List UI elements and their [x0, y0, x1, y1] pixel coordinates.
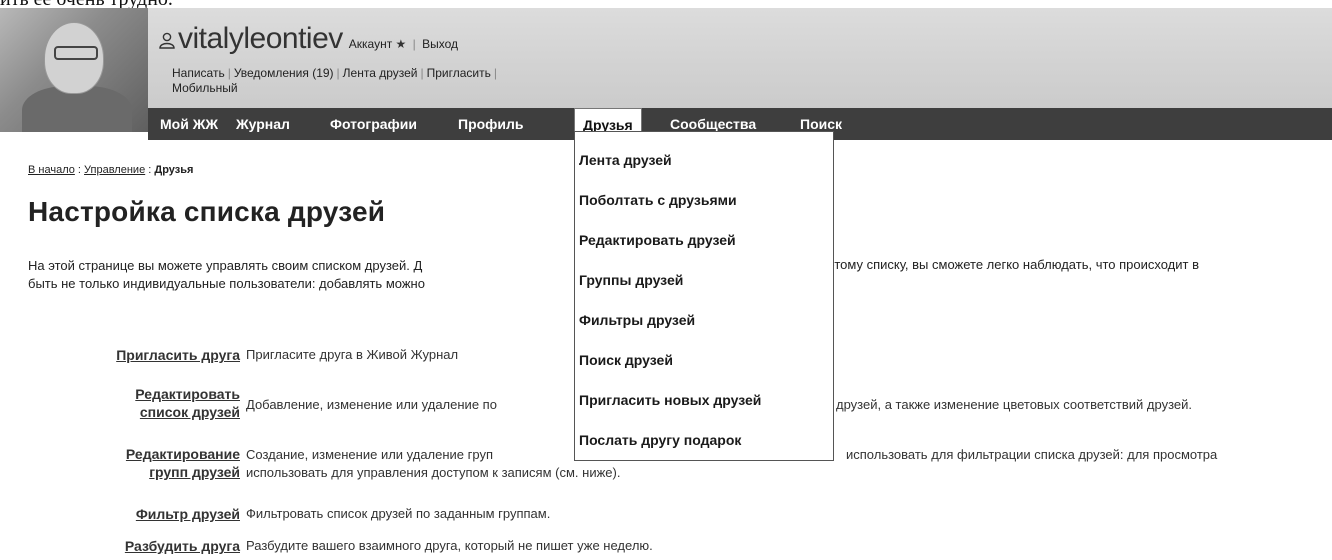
- nav-photos[interactable]: Фотографии: [330, 108, 417, 140]
- intro-line-1: На этой странице вы можете управлять сво…: [28, 258, 423, 273]
- invite-friend-desc: Пригласите друга в Живой Журнал: [246, 347, 459, 362]
- invite-link[interactable]: Пригласить: [427, 66, 491, 80]
- edit-groups-desc-line-1-end: использовать для фильтрации списка друзе…: [846, 447, 1218, 462]
- edit-friends-desc: Добавление, изменение или удаление по: [246, 397, 497, 412]
- filter-friends-link[interactable]: Фильтр друзей: [136, 505, 240, 523]
- intro-line-2: быть не только индивидуальные пользовате…: [28, 276, 425, 291]
- edit-groups-desc-line-1: Создание, изменение или удаление груп: [246, 447, 494, 462]
- breadcrumb-current: Друзья: [154, 164, 194, 176]
- nav-my-lj[interactable]: Мой ЖЖ: [160, 108, 218, 140]
- edit-groups-link-line-2: групп друзей: [149, 464, 240, 480]
- friends-dropdown-menu: Лента друзей Поболтать с друзьями Редакт…: [574, 131, 834, 461]
- dropdown-send-gift[interactable]: Послать другу подарок: [579, 432, 741, 448]
- page-top-cut-text: ить ее очень трудно.: [0, 0, 173, 8]
- dropdown-search-friends[interactable]: Поиск друзей: [579, 352, 673, 368]
- intro-line-1-end: этому списку, вы сможете легко наблюдать…: [828, 257, 1200, 272]
- breadcrumb-manage[interactable]: Управление: [84, 164, 145, 176]
- breadcrumb: В начало : Управление : Друзья: [28, 164, 194, 176]
- avatar[interactable]: [0, 8, 148, 132]
- account-links: Аккаунт ★ | Выход: [349, 37, 458, 51]
- edit-friends-desc-end: друзей, а также изменение цветовых соотв…: [836, 397, 1193, 412]
- nav-profile[interactable]: Профиль: [458, 108, 524, 140]
- account-link[interactable]: Аккаунт: [349, 37, 392, 51]
- wake-friend-link[interactable]: Разбудить друга: [125, 537, 240, 555]
- edit-groups-link[interactable]: Редактирование групп друзей: [126, 445, 240, 481]
- nav-journal[interactable]: Журнал: [236, 108, 290, 140]
- write-link[interactable]: Написать: [172, 66, 225, 80]
- intro-text: На этой странице вы можете управлять сво…: [28, 257, 425, 293]
- user-row: vitalyleontiev Аккаунт ★ | Выход: [158, 22, 458, 58]
- edit-friends-link-line-1: Редактировать: [135, 386, 240, 402]
- edit-groups-desc-line-2: использовать для управления доступом к з…: [246, 465, 621, 480]
- username-link[interactable]: vitalyleontiev: [178, 22, 343, 56]
- friends-feed-link[interactable]: Лента друзей: [343, 66, 418, 80]
- page-top-cut: ить ее очень трудно.: [0, 0, 1332, 8]
- edit-groups-link-line-1: Редактирование: [125, 446, 240, 462]
- star-icon: ★: [395, 37, 407, 51]
- breadcrumb-home[interactable]: В начало: [28, 164, 75, 176]
- invite-friend-link[interactable]: Пригласить друга: [116, 346, 240, 364]
- user-icon: [159, 32, 175, 49]
- edit-friends-link[interactable]: Редактировать список друзей: [135, 385, 240, 421]
- dropdown-friends-feed[interactable]: Лента друзей: [579, 152, 672, 168]
- filter-friends-desc: Фильтровать список друзей по заданным гр…: [246, 506, 551, 521]
- page-title: Настройка списка друзей: [28, 196, 386, 227]
- notifications-link[interactable]: Уведомления (19): [234, 66, 334, 80]
- dropdown-friend-groups[interactable]: Группы друзей: [579, 272, 683, 288]
- dropdown-chat-friends[interactable]: Поболтать с друзьями: [579, 192, 737, 208]
- site-header: vitalyleontiev Аккаунт ★ | Выход Написат…: [0, 8, 1332, 140]
- logout-link[interactable]: Выход: [422, 37, 458, 51]
- mobile-link[interactable]: Мобильный: [172, 81, 238, 95]
- wake-friend-desc: Разбудите вашего взаимного друга, которы…: [246, 538, 653, 553]
- avatar-glasses: [54, 46, 98, 60]
- separator: |: [412, 37, 416, 51]
- header-sub-links: Написать | Уведомления (19) | Лента друзей | П…: [172, 66, 497, 95]
- dropdown-friend-filters[interactable]: Фильтры друзей: [579, 312, 695, 328]
- edit-friends-link-line-2: список друзей: [139, 404, 240, 420]
- dropdown-invite-new-friends[interactable]: Пригласить новых друзей: [579, 392, 761, 408]
- dropdown-edit-friends[interactable]: Редактировать друзей: [579, 232, 736, 248]
